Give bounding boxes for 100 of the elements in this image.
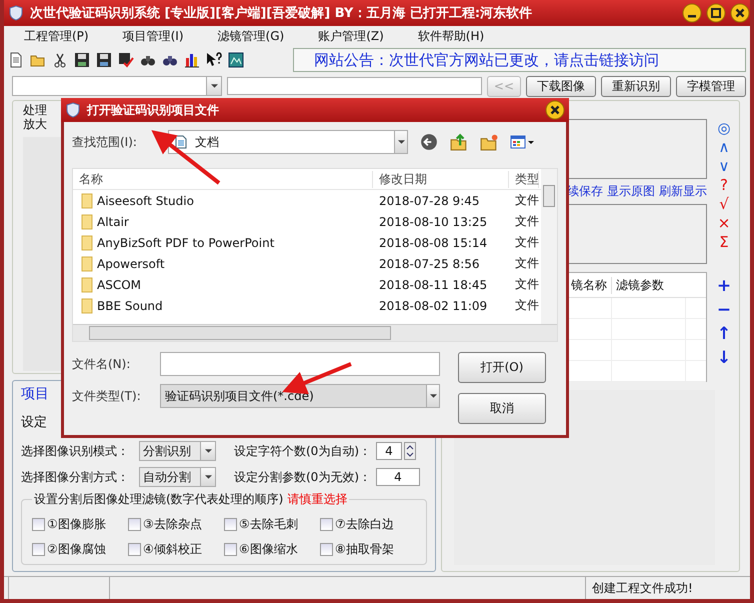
tool-icon[interactable]: √: [719, 195, 729, 214]
app-icon: [8, 5, 24, 21]
scrollbar[interactable]: [73, 324, 557, 341]
toolbar-button[interactable]: 下载图像: [526, 76, 596, 96]
list-tool-icon[interactable]: −: [716, 298, 732, 322]
save-as-icon[interactable]: [96, 52, 112, 68]
app-icon: [65, 102, 81, 118]
notice-link[interactable]: 网站公告：次世代官方网站已更改，请点击链接访问: [293, 48, 746, 72]
file-name[interactable]: ASCOM: [97, 278, 142, 292]
scrollbar[interactable]: [541, 169, 557, 325]
field-label: 设定分割参数(0为无效)：: [234, 468, 372, 486]
checkbox-label: ③去除杂点: [143, 516, 202, 533]
folder-icon: [81, 298, 93, 314]
look-in-combo[interactable]: 文档: [168, 130, 408, 154]
menu-item[interactable]: 软件帮助(H): [418, 28, 484, 44]
link[interactable]: 刷新显示: [659, 183, 707, 200]
checkbox-label: ④倾斜校正: [143, 541, 202, 558]
view-menu-icon[interactable]: [510, 133, 536, 151]
menu-item[interactable]: 账户管理(Z): [318, 28, 384, 44]
select-field[interactable]: 分割识别: [139, 441, 216, 461]
menu-item[interactable]: 项目管理(I): [122, 28, 184, 44]
toolbar-button[interactable]: 字模管理: [676, 76, 746, 96]
field-label: 文件类型(T):: [72, 388, 142, 404]
save-check-icon[interactable]: [118, 52, 134, 68]
folder-icon: [81, 276, 93, 292]
file-name[interactable]: AnyBizSoft PDF to PowerPoint: [97, 236, 274, 250]
spinner-icon[interactable]: [404, 442, 416, 460]
field-label: 文件名(N):: [72, 356, 132, 372]
checkbox[interactable]: [128, 543, 141, 556]
warning-text: 请慎重选择: [287, 491, 348, 508]
new-folder-icon[interactable]: [480, 133, 498, 151]
field-label: 选择图像识别模式：: [21, 442, 130, 460]
number-field[interactable]: 4: [376, 442, 402, 460]
folder-up-icon[interactable]: [450, 133, 468, 151]
close-button[interactable]: [545, 100, 565, 120]
scissors-icon[interactable]: [52, 52, 68, 68]
file-type-select[interactable]: 验证码识别项目文件(*.cde): [160, 384, 440, 408]
annotation-arrow: [151, 130, 220, 185]
file-type: 文件: [514, 192, 539, 209]
checkbox[interactable]: [320, 518, 333, 531]
menu-item[interactable]: 工程管理(P): [24, 28, 89, 44]
list-tool-icon[interactable]: ↑: [716, 322, 732, 346]
checkbox[interactable]: [320, 543, 333, 556]
file-date: 2018-07-28 9:45: [378, 194, 480, 208]
file-date: 2018-08-02 11:09: [378, 298, 488, 312]
checkbox[interactable]: [32, 518, 45, 531]
file-name-field[interactable]: [160, 352, 440, 376]
file-name[interactable]: Apowersoft: [97, 256, 165, 270]
help-pointer-icon[interactable]: [206, 52, 222, 68]
cancel-button[interactable]: 取消: [458, 393, 546, 424]
file-name[interactable]: Aiseesoft Studio: [97, 194, 194, 208]
file-date: 2018-07-25 8:56: [378, 256, 480, 270]
number-field[interactable]: 4: [376, 468, 420, 486]
close-button[interactable]: [730, 3, 750, 23]
tool-icon[interactable]: ×: [718, 214, 730, 233]
checkbox[interactable]: [224, 518, 237, 531]
dropdown-arrow-icon: [210, 84, 218, 88]
list-tool-icon[interactable]: ↓: [716, 346, 732, 370]
folder-icon: [81, 234, 93, 250]
tool-icon[interactable]: ◎: [717, 119, 731, 138]
preview-label: 放大: [23, 117, 47, 131]
checkbox[interactable]: [32, 543, 45, 556]
checkbox-label: ②图像腐蚀: [47, 541, 106, 558]
status-message: 创建工程文件成功!: [591, 580, 693, 596]
link[interactable]: 显示原图: [607, 183, 655, 200]
url-field[interactable]: [227, 77, 482, 95]
select-field[interactable]: 自动分割: [139, 467, 216, 487]
file-name[interactable]: Altair: [97, 214, 129, 228]
tool-icon[interactable]: Σ: [719, 233, 729, 252]
field-label: 查找范围(I):: [72, 134, 138, 150]
tool-icon[interactable]: ∨: [718, 157, 730, 176]
checkbox[interactable]: [224, 543, 237, 556]
file-date: 2018-08-10 13:25: [378, 214, 488, 228]
file-name[interactable]: BBE Sound: [97, 298, 163, 312]
new-file-icon[interactable]: [8, 52, 24, 68]
tool-icon[interactable]: ?: [720, 176, 728, 195]
checkbox-label: ⑦去除白边: [335, 516, 394, 533]
maximize-button[interactable]: [706, 3, 726, 23]
column-header[interactable]: 类型: [509, 170, 539, 188]
checkbox-label: ①图像膨胀: [47, 516, 106, 533]
menu-item[interactable]: 滤镜管理(G): [218, 28, 284, 44]
toolbar-button[interactable]: 重新识别: [601, 76, 671, 96]
dropdown-arrow-icon: [398, 140, 404, 144]
dropdown-arrow-icon: [204, 449, 212, 453]
tool-icon[interactable]: ∧: [718, 138, 730, 157]
save-icon[interactable]: [74, 52, 90, 68]
bar-chart-icon[interactable]: [184, 52, 200, 68]
open-button[interactable]: 打开(O): [458, 352, 546, 383]
field-label: 设定字符个数(0为自动)：: [234, 442, 372, 460]
column-header[interactable]: 修改日期: [373, 170, 509, 188]
dropdown-arrow-icon: [430, 394, 436, 398]
back-icon[interactable]: [420, 133, 438, 151]
file-type: 文件: [514, 234, 539, 251]
list-tool-icon[interactable]: +: [716, 274, 732, 298]
column-header[interactable]: 名称: [73, 170, 373, 188]
image-icon[interactable]: [228, 52, 244, 68]
checkbox[interactable]: [128, 518, 141, 531]
checkbox-label: ⑧抽取骨架: [335, 541, 394, 558]
minimize-button[interactable]: [682, 3, 702, 23]
checkbox-label: ⑥图像缩水: [239, 541, 298, 558]
